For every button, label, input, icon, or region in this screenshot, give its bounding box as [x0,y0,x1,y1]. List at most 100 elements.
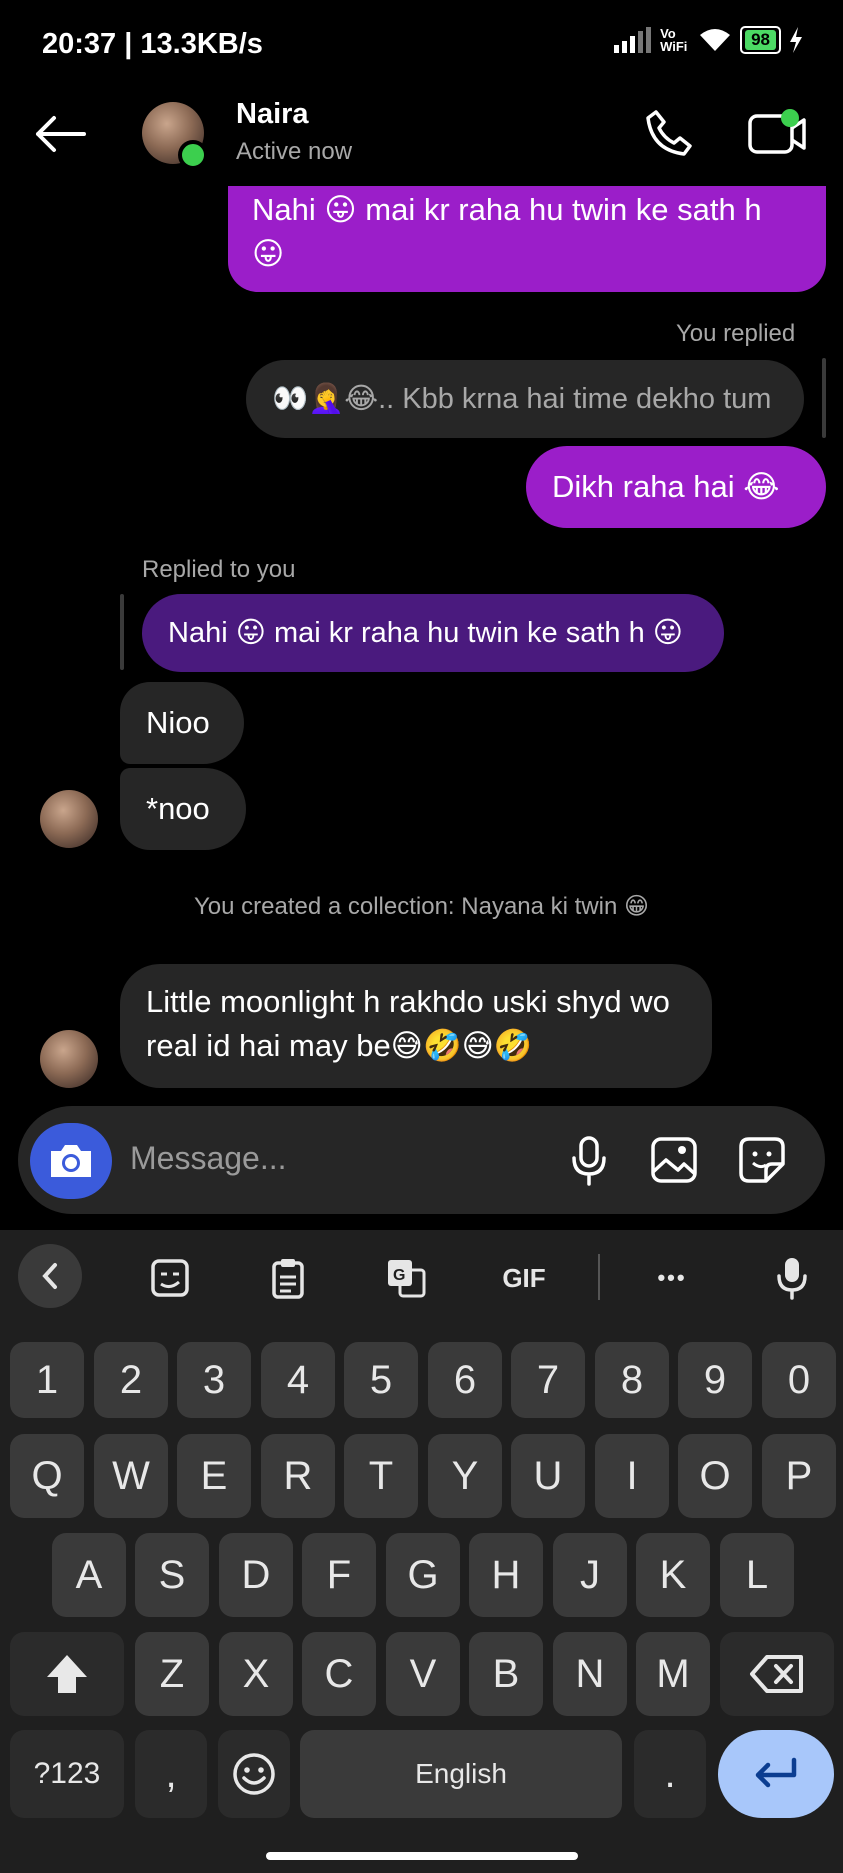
back-arrow-icon[interactable] [34,114,86,154]
message-text: Nahi 😛 mai kr raha hu twin ke sath h 😛 [252,192,762,271]
reply-quote-text: 👀🤦‍♀️😂.. Kbb krna hai time dekho tum [272,383,772,415]
key-3[interactable]: 3 [177,1342,251,1418]
contact-name[interactable]: Naira [236,98,309,131]
key-r[interactable]: R [261,1434,335,1518]
space-bar[interactable]: English [300,1730,622,1818]
charging-icon [790,27,802,53]
battery-level: 98 [745,30,776,50]
message-outgoing[interactable]: Dikh raha hai 😂 [526,446,826,528]
translate-icon: G [388,1260,426,1298]
reply-quote[interactable]: 👀🤦‍♀️😂.. Kbb krna hai time dekho tum [246,360,804,438]
home-indicator[interactable] [266,1852,578,1860]
key-h[interactable]: H [469,1533,543,1617]
enter-key[interactable] [718,1730,834,1818]
sender-avatar[interactable] [40,790,98,848]
toolbar-divider [598,1254,600,1300]
message-outgoing[interactable]: Nahi 😛 mai kr raha hu twin ke sath h 😛 [228,186,826,292]
key-k[interactable]: K [636,1533,710,1617]
key-j[interactable]: J [553,1533,627,1617]
key-8[interactable]: 8 [595,1342,669,1418]
comma-key[interactable]: , [135,1730,207,1818]
key-4[interactable]: 4 [261,1342,335,1418]
key-2[interactable]: 2 [94,1342,168,1418]
key-i[interactable]: I [595,1434,669,1518]
message-text: Dikh raha hai 😂 [552,469,780,504]
system-message: You created a collection: Nayana ki twin… [193,893,650,920]
message-incoming[interactable]: Little moonlight h rakhdo uski shyd wo r… [120,964,712,1088]
microphone-icon [777,1258,807,1300]
key-9[interactable]: 9 [678,1342,752,1418]
camera-icon [51,1145,91,1177]
status-icons: Vo WiFi 98 [614,26,803,54]
key-z[interactable]: Z [135,1632,209,1716]
key-y[interactable]: Y [428,1434,502,1518]
backspace-key[interactable] [720,1632,834,1716]
message-text: *noo [146,791,210,826]
key-s[interactable]: S [135,1533,209,1617]
phone-icon[interactable] [644,108,694,158]
key-c[interactable]: C [302,1632,376,1716]
gallery-icon[interactable] [650,1136,698,1184]
key-0[interactable]: 0 [762,1342,836,1418]
video-call-icon[interactable] [748,108,806,158]
replied-to-you-label: Replied to you [142,556,296,583]
key-u[interactable]: U [511,1434,585,1518]
reply-quote-bar [822,358,826,438]
key-v[interactable]: V [386,1632,460,1716]
message-input[interactable]: Message... [130,1140,287,1177]
key-t[interactable]: T [344,1434,418,1518]
message-incoming[interactable]: *noo [120,768,246,850]
key-b[interactable]: B [469,1632,543,1716]
microphone-icon[interactable] [570,1136,608,1186]
status-time: 20:37 | 13.3KB/s [42,28,263,60]
online-indicator [178,140,208,170]
camera-button[interactable] [30,1123,112,1199]
message-incoming[interactable]: Nioo [120,682,244,764]
shift-icon [47,1655,87,1693]
battery-icon: 98 [740,26,781,54]
key-f[interactable]: F [302,1533,376,1617]
you-replied-label: You replied [676,320,796,347]
key-d[interactable]: D [219,1533,293,1617]
reply-quote[interactable]: Nahi 😛 mai kr raha hu twin ke sath h 😛 [142,594,724,672]
key-o[interactable]: O [678,1434,752,1518]
key-q[interactable]: Q [10,1434,84,1518]
key-7[interactable]: 7 [511,1342,585,1418]
shift-key[interactable] [10,1632,124,1716]
key-w[interactable]: W [94,1434,168,1518]
sticker-keyboard-button[interactable] [140,1256,200,1300]
clipboard-button[interactable] [258,1256,318,1300]
emoji-icon [233,1753,275,1795]
emoji-key[interactable] [218,1730,290,1818]
voice-input-button[interactable] [762,1256,822,1300]
wifi-icon [700,29,731,51]
key-x[interactable]: X [219,1632,293,1716]
key-n[interactable]: N [553,1632,627,1716]
message-text: Little moonlight h rakhdo uski shyd wo r… [146,984,670,1063]
gif-button[interactable]: GIF [494,1256,554,1300]
sender-avatar[interactable] [40,1030,98,1088]
key-6[interactable]: 6 [428,1342,502,1418]
key-1[interactable]: 1 [10,1342,84,1418]
symbols-key[interactable]: ?123 [10,1730,124,1818]
reply-quote-text: Nahi 😛 mai kr raha hu twin ke sath h 😛 [168,617,684,649]
key-a[interactable]: A [52,1533,126,1617]
translate-button[interactable]: G [376,1256,436,1300]
signal-icon [614,27,652,53]
chevron-left-icon [42,1263,57,1289]
key-l[interactable]: L [720,1533,794,1617]
vowifi-label: Vo WiFi [660,26,688,54]
keyboard-collapse-button[interactable] [18,1244,82,1308]
key-g[interactable]: G [386,1533,460,1617]
key-m[interactable]: M [636,1632,710,1716]
key-p[interactable]: P [762,1434,836,1518]
reply-quote-bar [120,594,124,670]
key-e[interactable]: E [177,1434,251,1518]
more-options-button[interactable]: ••• [642,1256,702,1300]
period-key[interactable]: . [634,1730,706,1818]
sticker-icon[interactable] [738,1136,786,1184]
contact-status: Active now [236,138,353,165]
backspace-icon [750,1655,803,1693]
key-5[interactable]: 5 [344,1342,418,1418]
message-text: Nioo [146,705,210,740]
